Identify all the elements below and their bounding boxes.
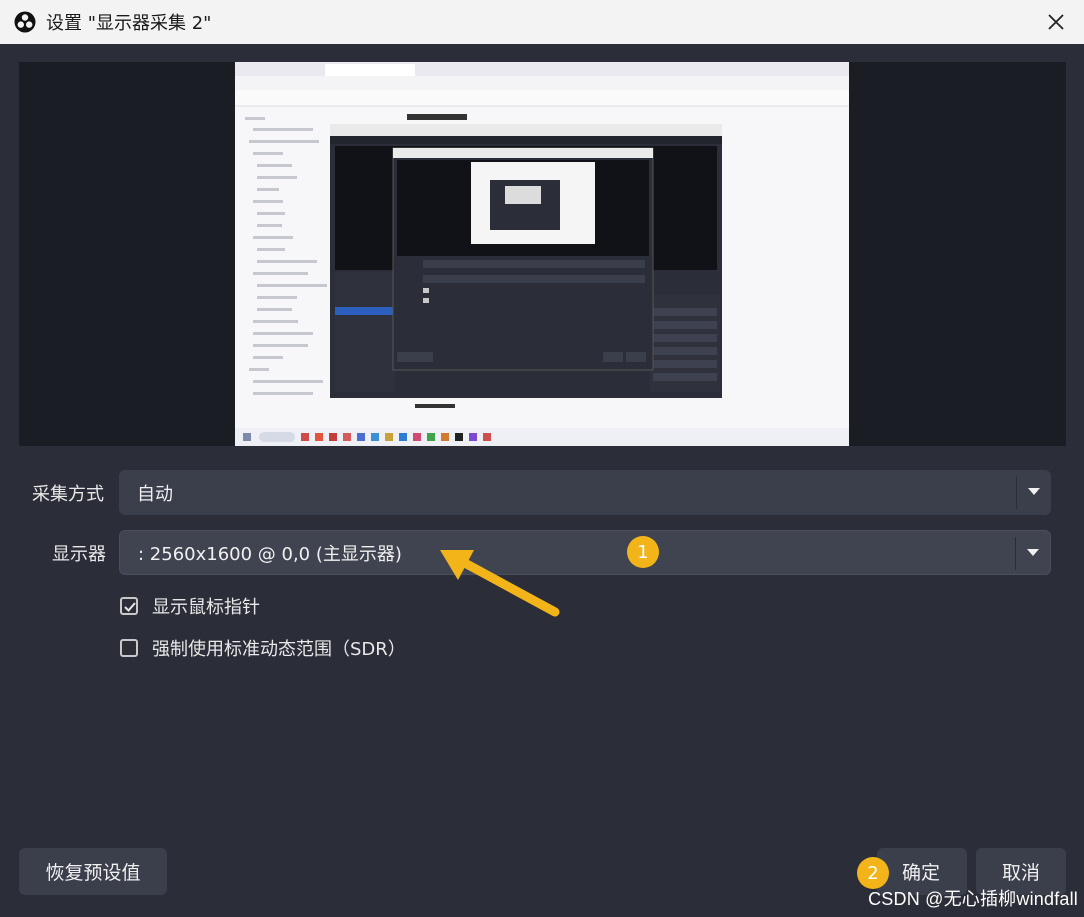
screen-capture-preview — [235, 62, 849, 446]
show-cursor-checkbox-row[interactable]: 显示鼠标指针 — [120, 593, 260, 619]
title-bar: 设置 "显示器采集 2" — [0, 0, 1084, 44]
select-divider — [1016, 476, 1017, 509]
force-sdr-checkbox[interactable] — [120, 639, 138, 657]
restore-defaults-button[interactable]: 恢复预设值 — [19, 848, 167, 895]
watermark-text: CSDN @无心插柳windfall — [868, 889, 1078, 909]
capture-preview — [19, 62, 1066, 446]
preview-image — [235, 62, 849, 446]
capture-method-label: 采集方式 — [32, 484, 104, 505]
show-cursor-checkbox[interactable] — [120, 597, 138, 615]
select-divider — [1015, 537, 1016, 570]
chevron-down-icon — [1028, 488, 1040, 495]
checkmark-icon — [124, 602, 136, 612]
capture-method-select[interactable]: 自动 — [119, 470, 1051, 515]
window-title: 设置 "显示器采集 2" — [46, 13, 212, 34]
annotation-arrow-icon — [440, 550, 560, 617]
close-icon — [1048, 14, 1064, 30]
display-label: 显示器 — [52, 544, 106, 565]
display-value: : 2560x1600 @ 0,0 (主显示器) — [138, 543, 402, 565]
force-sdr-checkbox-row[interactable]: 强制使用标准动态范围（SDR） — [120, 635, 406, 661]
annotation-badge-1: 1 — [627, 536, 659, 568]
display-select[interactable]: : 2560x1600 @ 0,0 (主显示器) — [119, 530, 1051, 575]
show-cursor-label: 显示鼠标指针 — [152, 597, 260, 618]
capture-method-value: 自动 — [137, 483, 173, 505]
force-sdr-label: 强制使用标准动态范围（SDR） — [152, 639, 406, 660]
close-button[interactable] — [1042, 8, 1070, 36]
ok-label: 确定 — [901, 862, 940, 884]
chevron-down-icon — [1027, 549, 1039, 556]
obs-logo-icon — [14, 11, 36, 33]
